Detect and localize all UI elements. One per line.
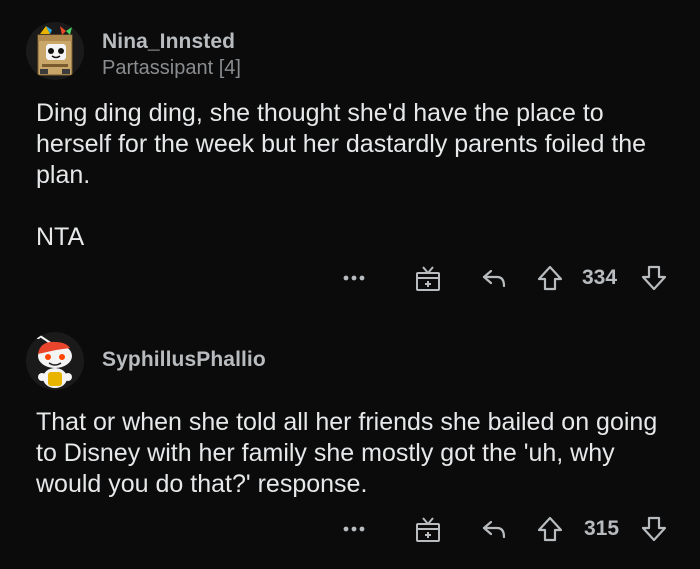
comment-body: That or when she told all her friends sh… — [36, 407, 676, 500]
comment-paragraph: That or when she told all her friends sh… — [36, 408, 658, 498]
reply-button[interactable] — [474, 258, 514, 298]
more-button[interactable] — [336, 258, 372, 298]
snoo-avatar-icon — [26, 332, 84, 390]
downvote-arrow-icon — [641, 265, 667, 291]
avatar[interactable] — [26, 332, 84, 390]
downvote-button[interactable] — [638, 509, 670, 549]
upvote-button[interactable] — [534, 509, 566, 549]
comment-username[interactable]: SyphillusPhallio — [102, 348, 266, 372]
more-button[interactable] — [336, 509, 372, 549]
award-button[interactable] — [408, 258, 448, 298]
comment-body: Ding ding ding, she thought she'd have t… — [36, 98, 676, 253]
snoo-box-costume-avatar-icon — [26, 22, 84, 80]
reply-arrow-icon — [482, 520, 506, 539]
avatar[interactable] — [26, 22, 84, 80]
comment-2: SyphillusPhallio That or when she told a… — [0, 318, 700, 569]
upvote-button[interactable] — [534, 258, 566, 298]
comment-actions: 334 — [0, 258, 700, 298]
vote-score: 334 — [582, 266, 618, 289]
gift-award-icon — [416, 517, 440, 542]
comment-actions: 315 — [0, 509, 700, 549]
user-flair: Partassipant [4] — [102, 57, 241, 79]
ellipsis-icon — [343, 526, 365, 532]
downvote-arrow-icon — [641, 516, 667, 542]
award-button[interactable] — [408, 509, 448, 549]
downvote-button[interactable] — [638, 258, 670, 298]
comment-paragraph: NTA — [36, 223, 85, 251]
upvote-arrow-icon — [537, 516, 563, 542]
comment-username[interactable]: Nina_Innsted — [102, 30, 235, 54]
gift-award-icon — [416, 266, 440, 291]
upvote-arrow-icon — [537, 265, 563, 291]
ellipsis-icon — [343, 275, 365, 281]
vote-score: 315 — [584, 517, 620, 540]
comment-1: Nina_Innsted Partassipant [4] Ding ding … — [0, 0, 700, 300]
reply-arrow-icon — [482, 269, 506, 288]
comment-paragraph: Ding ding ding, she thought she'd have t… — [36, 99, 647, 189]
reply-button[interactable] — [474, 509, 514, 549]
